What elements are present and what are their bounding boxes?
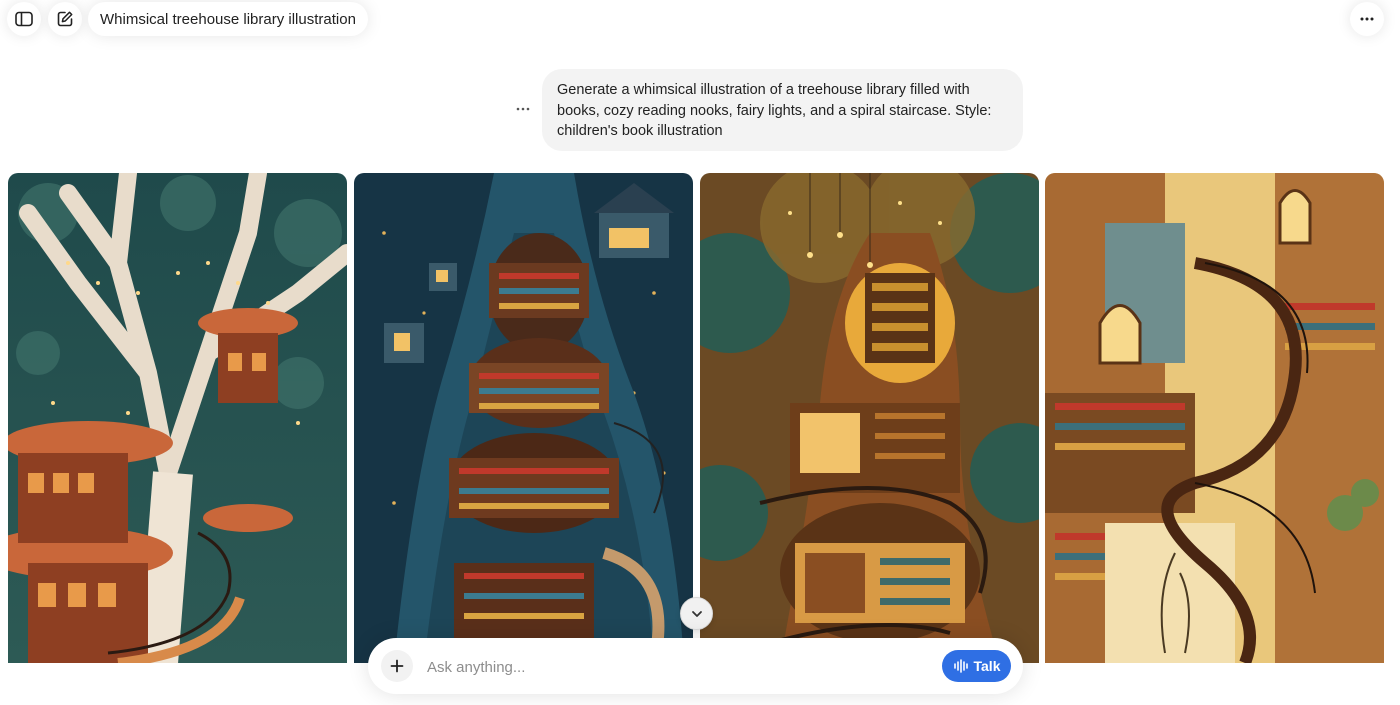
treehouse-illustration-1	[8, 173, 347, 663]
treehouse-illustration-3	[700, 173, 1039, 663]
generated-image-3[interactable]	[700, 173, 1039, 663]
plus-icon	[390, 659, 404, 673]
add-attachment-button[interactable]	[381, 650, 413, 682]
conversation-title-text: Whimsical treehouse library illustration	[100, 10, 356, 28]
talk-button[interactable]: Talk	[942, 650, 1011, 682]
sidebar-toggle-button[interactable]	[7, 2, 41, 36]
composer: Talk	[368, 638, 1023, 694]
treehouse-illustration-4	[1045, 173, 1384, 663]
message-more-button[interactable]	[516, 99, 530, 115]
more-options-button[interactable]	[1350, 2, 1384, 36]
scroll-down-button[interactable]	[680, 597, 713, 630]
generated-image-2[interactable]	[354, 173, 693, 663]
more-options-icon	[1360, 17, 1374, 21]
talk-label: Talk	[973, 658, 1001, 674]
prompt-input[interactable]	[425, 652, 909, 682]
new-chat-button[interactable]	[48, 2, 82, 36]
generated-image-4[interactable]	[1045, 173, 1384, 663]
new-chat-icon	[57, 11, 73, 27]
conversation-title[interactable]: Whimsical treehouse library illustration	[88, 2, 368, 36]
treehouse-illustration-2	[354, 173, 693, 663]
message-more-icon	[516, 107, 530, 111]
user-message: Generate a whimsical illustration of a t…	[542, 69, 1023, 151]
chevron-down-icon	[691, 610, 702, 617]
generated-image-1[interactable]	[8, 173, 347, 663]
sidebar-toggle-icon	[15, 11, 33, 27]
voice-waveform-icon	[953, 659, 968, 673]
